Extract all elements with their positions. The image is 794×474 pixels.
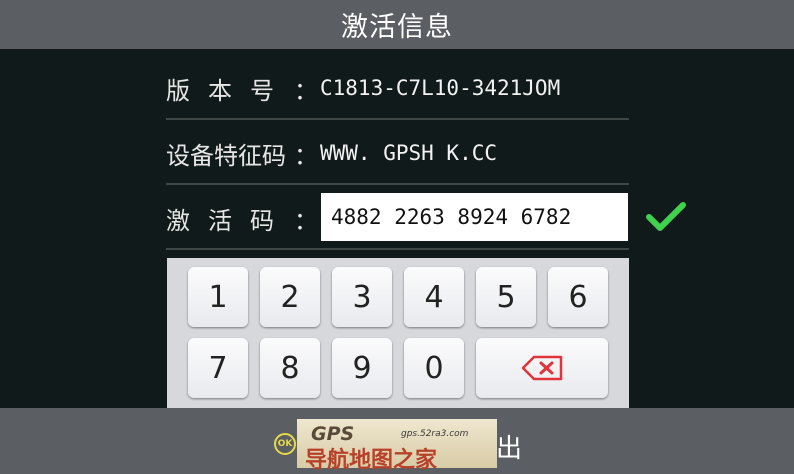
activation-code-input[interactable]: 4882 2263 8924 6782: [321, 193, 628, 241]
numeric-keypad: 1 2 3 4 5 6 7 8 9 0: [167, 258, 629, 408]
key-1[interactable]: 1: [188, 267, 248, 327]
key-6[interactable]: 6: [548, 267, 608, 327]
check-icon[interactable]: [646, 202, 686, 232]
backspace-button[interactable]: [476, 338, 608, 398]
key-5[interactable]: 5: [476, 267, 536, 327]
ok-icon[interactable]: OK: [274, 433, 296, 455]
version-label: 版 本 号 ：: [166, 76, 318, 105]
key-2[interactable]: 2: [260, 267, 320, 327]
watermark-url: gps.52ra3.com: [401, 429, 469, 439]
backspace-icon: [521, 355, 563, 381]
watermark-logo: GPS gps.52ra3.com 导航地图之家: [297, 419, 497, 473]
version-row: 版 本 号 ： C1813-C7L10-3421JOM: [166, 55, 629, 121]
title-bar: 激活信息: [0, 0, 794, 49]
feature-code-value: WWW. GPSH K.CC: [320, 141, 498, 165]
key-8[interactable]: 8: [260, 338, 320, 398]
key-3[interactable]: 3: [332, 267, 392, 327]
watermark-name: 导航地图之家: [305, 448, 438, 473]
key-9[interactable]: 9: [332, 338, 392, 398]
activation-code-label: 激 活 码 ：: [166, 206, 318, 235]
divider: [166, 248, 629, 250]
version-value: C1813-C7L10-3421JOM: [320, 76, 561, 100]
page-title: 激活信息: [341, 12, 453, 43]
key-7[interactable]: 7: [188, 338, 248, 398]
key-4[interactable]: 4: [404, 267, 464, 327]
feature-code-row: 设备特征码 ： WWW. GPSH K.CC: [166, 120, 629, 186]
feature-code-label: 设备特征码 ：: [166, 141, 318, 170]
key-0[interactable]: 0: [404, 338, 464, 398]
exit-button-label[interactable]: 出: [496, 428, 522, 465]
